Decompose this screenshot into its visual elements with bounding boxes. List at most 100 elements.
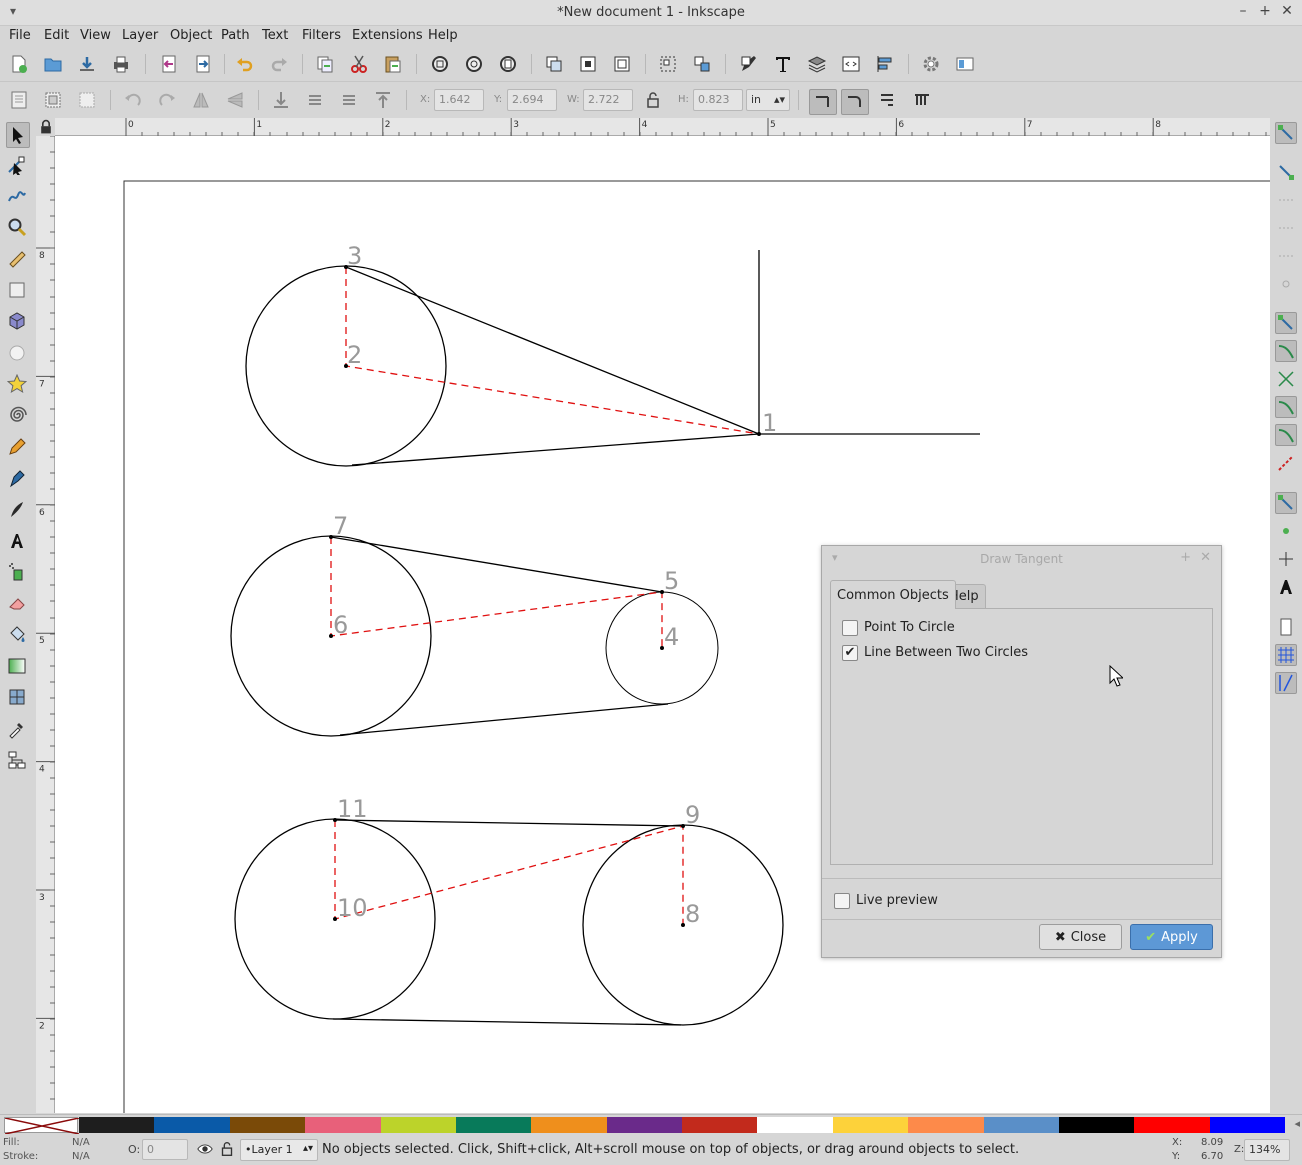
y-field[interactable]: 2.694	[507, 89, 557, 111]
save-icon[interactable]	[76, 53, 98, 75]
paint-bucket-tool-icon[interactable]	[6, 624, 28, 646]
text-tool-icon[interactable]	[6, 530, 28, 552]
line-between-two-circles-checkbox[interactable]: ✔	[842, 645, 858, 661]
palette-swatch[interactable]	[983, 1117, 1059, 1133]
snap-smooth-nodes-icon[interactable]	[1275, 424, 1297, 446]
dropper-tool-icon[interactable]	[6, 718, 28, 740]
snap-midpoints-icon[interactable]	[1275, 452, 1297, 474]
paste-icon[interactable]	[382, 53, 404, 75]
palette-swatch[interactable]	[1134, 1117, 1210, 1133]
document-properties-icon[interactable]	[954, 53, 976, 75]
menu-file[interactable]: File	[9, 28, 31, 43]
select-all-layers-icon[interactable]	[42, 89, 64, 111]
ungroup-icon[interactable]	[691, 53, 713, 75]
spray-tool-icon[interactable]	[6, 561, 28, 583]
zoom-page-icon[interactable]	[497, 53, 519, 75]
minimize-icon[interactable]: –	[1234, 3, 1252, 19]
palette-swatch[interactable]	[380, 1117, 456, 1133]
eraser-tool-icon[interactable]	[6, 592, 28, 614]
copy-icon[interactable]	[314, 53, 336, 75]
raise-icon[interactable]	[338, 89, 360, 111]
menu-path[interactable]: Path	[221, 28, 250, 43]
tangent-lines-2[interactable]	[330, 536, 669, 736]
palette-swatch[interactable]	[1058, 1117, 1135, 1133]
zoom-selection-icon[interactable]	[429, 53, 451, 75]
lower-bottom-icon[interactable]	[270, 89, 292, 111]
zoom-tool-icon[interactable]	[6, 216, 28, 238]
align-distribute-icon[interactable]	[874, 53, 896, 75]
snap-nodes-icon[interactable]	[1275, 312, 1297, 334]
tab-common-objects[interactable]: Common Objects	[830, 580, 956, 609]
deselect-icon[interactable]	[76, 89, 98, 111]
select-all-icon[interactable]	[8, 89, 30, 111]
zoom-drawing-icon[interactable]	[463, 53, 485, 75]
close-window-icon[interactable]: ✕	[1278, 3, 1296, 19]
ellipse-tool-icon[interactable]	[6, 342, 28, 364]
snap-others-icon[interactable]	[1275, 492, 1297, 514]
maximize-icon[interactable]: +	[1256, 3, 1274, 19]
apply-button[interactable]: ✔ Apply	[1130, 924, 1213, 950]
snap-paths-icon[interactable]	[1275, 340, 1297, 362]
menu-edit[interactable]: Edit	[44, 28, 69, 43]
palette-swatch[interactable]	[154, 1117, 230, 1133]
undo-icon[interactable]	[234, 53, 256, 75]
redo-icon[interactable]	[268, 53, 290, 75]
unit-select[interactable]: in ▴▾	[746, 89, 790, 111]
cut-icon[interactable]	[348, 53, 370, 75]
connector-tool-icon[interactable]	[6, 749, 28, 771]
fill-stroke-icon[interactable]	[738, 53, 760, 75]
no-paint-swatch[interactable]	[4, 1117, 80, 1135]
menu-text[interactable]: Text	[262, 28, 288, 43]
print-icon[interactable]	[110, 53, 132, 75]
tangent-lines-1[interactable]	[345, 266, 760, 466]
export-icon[interactable]	[192, 53, 214, 75]
snap-object-center-icon[interactable]	[1275, 520, 1297, 542]
palette-swatch[interactable]	[606, 1117, 682, 1133]
lower-icon[interactable]	[304, 89, 326, 111]
preferences-icon[interactable]	[920, 53, 942, 75]
snap-intersections-icon[interactable]	[1275, 368, 1297, 390]
calligraphy-tool-icon[interactable]	[6, 498, 28, 520]
menu-object[interactable]: Object	[170, 28, 212, 43]
duplicate-icon[interactable]	[543, 53, 565, 75]
fill-value[interactable]: N/A	[72, 1137, 90, 1148]
tweak-tool-icon[interactable]	[6, 185, 28, 207]
pencil-tool-icon[interactable]	[6, 436, 28, 458]
clone-icon[interactable]	[577, 53, 599, 75]
node-tool-icon[interactable]	[6, 154, 28, 176]
eye-icon[interactable]	[196, 1140, 214, 1158]
menu-extensions[interactable]: Extensions	[352, 28, 423, 43]
tangent-lines-3[interactable]	[332, 819, 684, 1026]
snap-grid-icon[interactable]	[1275, 644, 1297, 666]
snap-cusp-nodes-icon[interactable]	[1275, 396, 1297, 418]
layer-select[interactable]: •Layer 1 ▴▾	[240, 1139, 318, 1161]
import-icon[interactable]	[158, 53, 180, 75]
palette-swatch[interactable]	[531, 1117, 607, 1133]
raise-top-icon[interactable]	[372, 89, 394, 111]
scale-rounded-corners-icon[interactable]	[841, 89, 869, 115]
new-document-icon[interactable]	[8, 53, 30, 75]
h-field[interactable]: 0.823	[693, 89, 743, 111]
layer-lock-icon[interactable]	[218, 1140, 236, 1158]
live-preview-checkbox[interactable]	[834, 893, 850, 909]
close-button[interactable]: ✖ Close	[1039, 924, 1122, 950]
snap-guide-icon[interactable]	[1275, 672, 1297, 694]
xml-editor-icon[interactable]	[840, 53, 862, 75]
axis-lines[interactable]	[758, 250, 980, 435]
menu-view[interactable]: View	[80, 28, 111, 43]
group-icon[interactable]	[657, 53, 679, 75]
selector-tool-icon[interactable]	[6, 122, 30, 148]
stroke-value[interactable]: N/A	[72, 1151, 90, 1162]
palette-swatch[interactable]	[908, 1117, 984, 1133]
text-font-icon[interactable]	[772, 53, 794, 75]
gradient-tool-icon[interactable]	[6, 655, 28, 677]
palette-swatch[interactable]	[832, 1117, 909, 1133]
palette-swatch[interactable]	[757, 1117, 833, 1133]
menu-help[interactable]: Help	[428, 28, 458, 43]
zoom-field[interactable]: 134%	[1244, 1139, 1290, 1161]
palette-swatch[interactable]	[1209, 1117, 1285, 1133]
layers-icon[interactable]	[806, 53, 828, 75]
pen-tool-icon[interactable]	[6, 467, 28, 489]
spiral-tool-icon[interactable]	[6, 404, 28, 426]
x-field[interactable]: 1.642	[434, 89, 484, 111]
